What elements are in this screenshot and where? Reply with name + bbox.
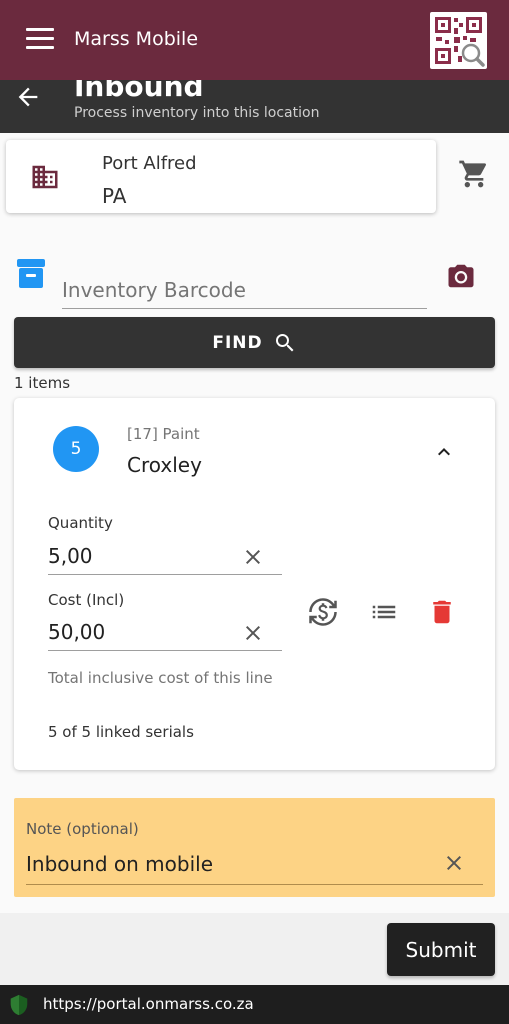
find-button[interactable]: FIND <box>14 317 495 368</box>
browser-url-bar: https://portal.onmarss.co.za <box>0 985 509 1024</box>
page-title: Inbound <box>74 80 204 103</box>
location-code: PA <box>102 184 127 208</box>
url-text[interactable]: https://portal.onmarss.co.za <box>43 995 254 1013</box>
quantity-label: Quantity <box>48 514 113 532</box>
building-icon <box>28 162 62 192</box>
items-count: 1 items <box>14 374 71 392</box>
page-subtitle: Process inventory into this location <box>74 105 320 121</box>
barcode-input[interactable] <box>62 271 427 309</box>
close-icon[interactable] <box>241 621 265 645</box>
quantity-badge: 5 <box>53 426 99 472</box>
qr-scan-icon[interactable] <box>430 12 487 69</box>
currency-exchange-icon[interactable] <box>308 597 338 627</box>
list-icon[interactable] <box>369 597 399 627</box>
app-title: Marss Mobile <box>74 28 199 50</box>
close-icon[interactable] <box>241 545 265 569</box>
shield-icon <box>8 994 30 1016</box>
location-card[interactable]: Port Alfred PA <box>6 140 436 213</box>
main-content: Port Alfred PA FIND 1 items 5 [17] Paint… <box>0 133 509 913</box>
note-field: Note (optional) <box>14 798 495 897</box>
item-card: 5 [17] Paint Croxley Quantity Cost (Incl… <box>14 398 495 770</box>
cost-label: Cost (Incl) <box>48 591 125 609</box>
serials-status: 5 of 5 linked serials <box>48 723 194 741</box>
item-name: Croxley <box>127 453 202 477</box>
close-icon[interactable] <box>442 851 466 875</box>
archive-icon <box>16 258 46 290</box>
cost-helper-text: Total inclusive cost of this line <box>48 669 273 687</box>
chevron-up-icon[interactable] <box>432 440 456 464</box>
trash-icon[interactable] <box>427 597 457 627</box>
note-label: Note (optional) <box>26 820 139 838</box>
menu-icon[interactable] <box>26 28 54 50</box>
arrow-back-icon[interactable] <box>14 83 42 111</box>
location-name: Port Alfred <box>102 153 197 174</box>
find-button-label: FIND <box>212 332 263 353</box>
submit-button[interactable]: Submit <box>387 923 495 976</box>
item-category: [17] Paint <box>127 425 200 443</box>
app-bar: Marss Mobile <box>0 0 509 80</box>
camera-icon[interactable] <box>444 261 478 291</box>
cart-icon[interactable] <box>458 158 490 190</box>
page-header: Inbound Process inventory into this loca… <box>0 80 509 133</box>
note-input[interactable] <box>26 844 483 885</box>
search-icon <box>275 333 294 351</box>
